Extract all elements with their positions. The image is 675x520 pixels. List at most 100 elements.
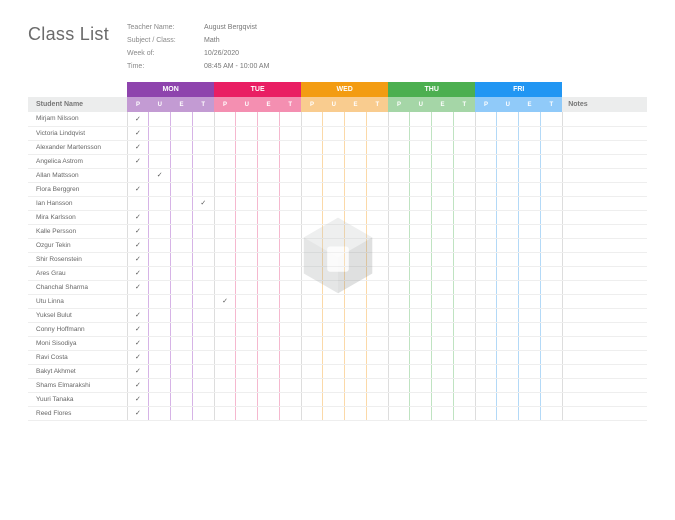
attendance-cell [323, 280, 345, 294]
attendance-cell [388, 322, 410, 336]
attendance-cell [540, 322, 562, 336]
attendance-cell [323, 224, 345, 238]
attendance-cell [432, 168, 454, 182]
attendance-cell [258, 252, 280, 266]
sub-t: T [540, 97, 562, 112]
attendance-cell [192, 252, 214, 266]
attendance-cell [279, 322, 301, 336]
attendance-cell [366, 112, 388, 126]
attendance-cell [540, 238, 562, 252]
attendance-cell [345, 322, 367, 336]
attendance-cell [540, 378, 562, 392]
attendance-cell [366, 252, 388, 266]
attendance-cell [519, 308, 541, 322]
attendance-cell [345, 154, 367, 168]
attendance-cell [410, 112, 432, 126]
attendance-cell [149, 378, 171, 392]
attendance-cell [366, 140, 388, 154]
attendance-cell [236, 140, 258, 154]
attendance-cell [279, 182, 301, 196]
attendance-cell [127, 196, 149, 210]
attendance-cell [192, 294, 214, 308]
attendance-cell [366, 336, 388, 350]
attendance-cell [540, 280, 562, 294]
attendance-cell [410, 350, 432, 364]
subject-label: Subject / Class: [127, 37, 182, 44]
attendance-cell [410, 266, 432, 280]
attendance-cell [345, 336, 367, 350]
notes-cell [562, 168, 647, 182]
attendance-cell [236, 252, 258, 266]
attendance-cell [258, 336, 280, 350]
table-row: Conny Hoffmann [28, 322, 647, 336]
attendance-cell [171, 126, 193, 140]
attendance-cell [214, 392, 236, 406]
attendance-cell [345, 224, 367, 238]
attendance-cell [258, 224, 280, 238]
attendance-cell [171, 392, 193, 406]
attendance-cell [258, 168, 280, 182]
attendance-cell [323, 210, 345, 224]
attendance-cell [279, 238, 301, 252]
attendance-cell [345, 364, 367, 378]
attendance-cell [453, 364, 475, 378]
student-name-cell: Conny Hoffmann [28, 322, 127, 336]
attendance-cell [345, 126, 367, 140]
attendance-cell [432, 210, 454, 224]
attendance-cell [279, 364, 301, 378]
day-header-mon: MON [127, 82, 214, 97]
attendance-cell [475, 392, 497, 406]
attendance-cell [540, 294, 562, 308]
student-name-cell: Shir Rosenstein [28, 252, 127, 266]
attendance-table: MON TUE WED THU FRI Student Name PUET PU… [28, 82, 647, 421]
attendance-cell [497, 154, 519, 168]
attendance-cell [410, 280, 432, 294]
attendance-cell [388, 224, 410, 238]
student-name-cell: Ravi Costa [28, 350, 127, 364]
attendance-cell [519, 294, 541, 308]
student-name-cell: Shams Elmarakshi [28, 378, 127, 392]
attendance-cell [388, 364, 410, 378]
attendance-cell [345, 168, 367, 182]
attendance-cell [214, 294, 236, 308]
attendance-cell [323, 112, 345, 126]
attendance-cell [432, 112, 454, 126]
attendance-cell [345, 196, 367, 210]
attendance-cell [279, 140, 301, 154]
table-row: Ares Grau [28, 266, 647, 280]
attendance-cell [475, 196, 497, 210]
meta-block: Teacher Name: August Bergqvist Subject /… [127, 24, 269, 70]
table-row: Ozgur Tekin [28, 238, 647, 252]
attendance-cell [258, 280, 280, 294]
attendance-cell [366, 210, 388, 224]
attendance-cell [432, 322, 454, 336]
sub-e: E [171, 97, 193, 112]
attendance-cell [388, 308, 410, 322]
attendance-cell [432, 294, 454, 308]
attendance-cell [366, 168, 388, 182]
student-name-cell: Ares Grau [28, 266, 127, 280]
attendance-cell [171, 210, 193, 224]
attendance-cell [301, 238, 323, 252]
attendance-cell [453, 266, 475, 280]
attendance-cell [323, 126, 345, 140]
table-row: Flora Berggren [28, 182, 647, 196]
table-row: Ravi Costa [28, 350, 647, 364]
attendance-cell [301, 112, 323, 126]
attendance-cell [301, 140, 323, 154]
attendance-cell [214, 336, 236, 350]
student-name-cell: Yuksel Bulut [28, 308, 127, 322]
attendance-cell [453, 294, 475, 308]
notes-cell [562, 196, 647, 210]
attendance-cell [475, 308, 497, 322]
attendance-cell [171, 112, 193, 126]
attendance-cell [236, 266, 258, 280]
attendance-cell [171, 252, 193, 266]
attendance-cell [279, 154, 301, 168]
attendance-cell [366, 308, 388, 322]
student-name-cell: Ian Hansson [28, 196, 127, 210]
attendance-cell [258, 364, 280, 378]
student-name-cell: Victoria Lindqvist [28, 126, 127, 140]
attendance-cell [519, 140, 541, 154]
attendance-cell [540, 336, 562, 350]
